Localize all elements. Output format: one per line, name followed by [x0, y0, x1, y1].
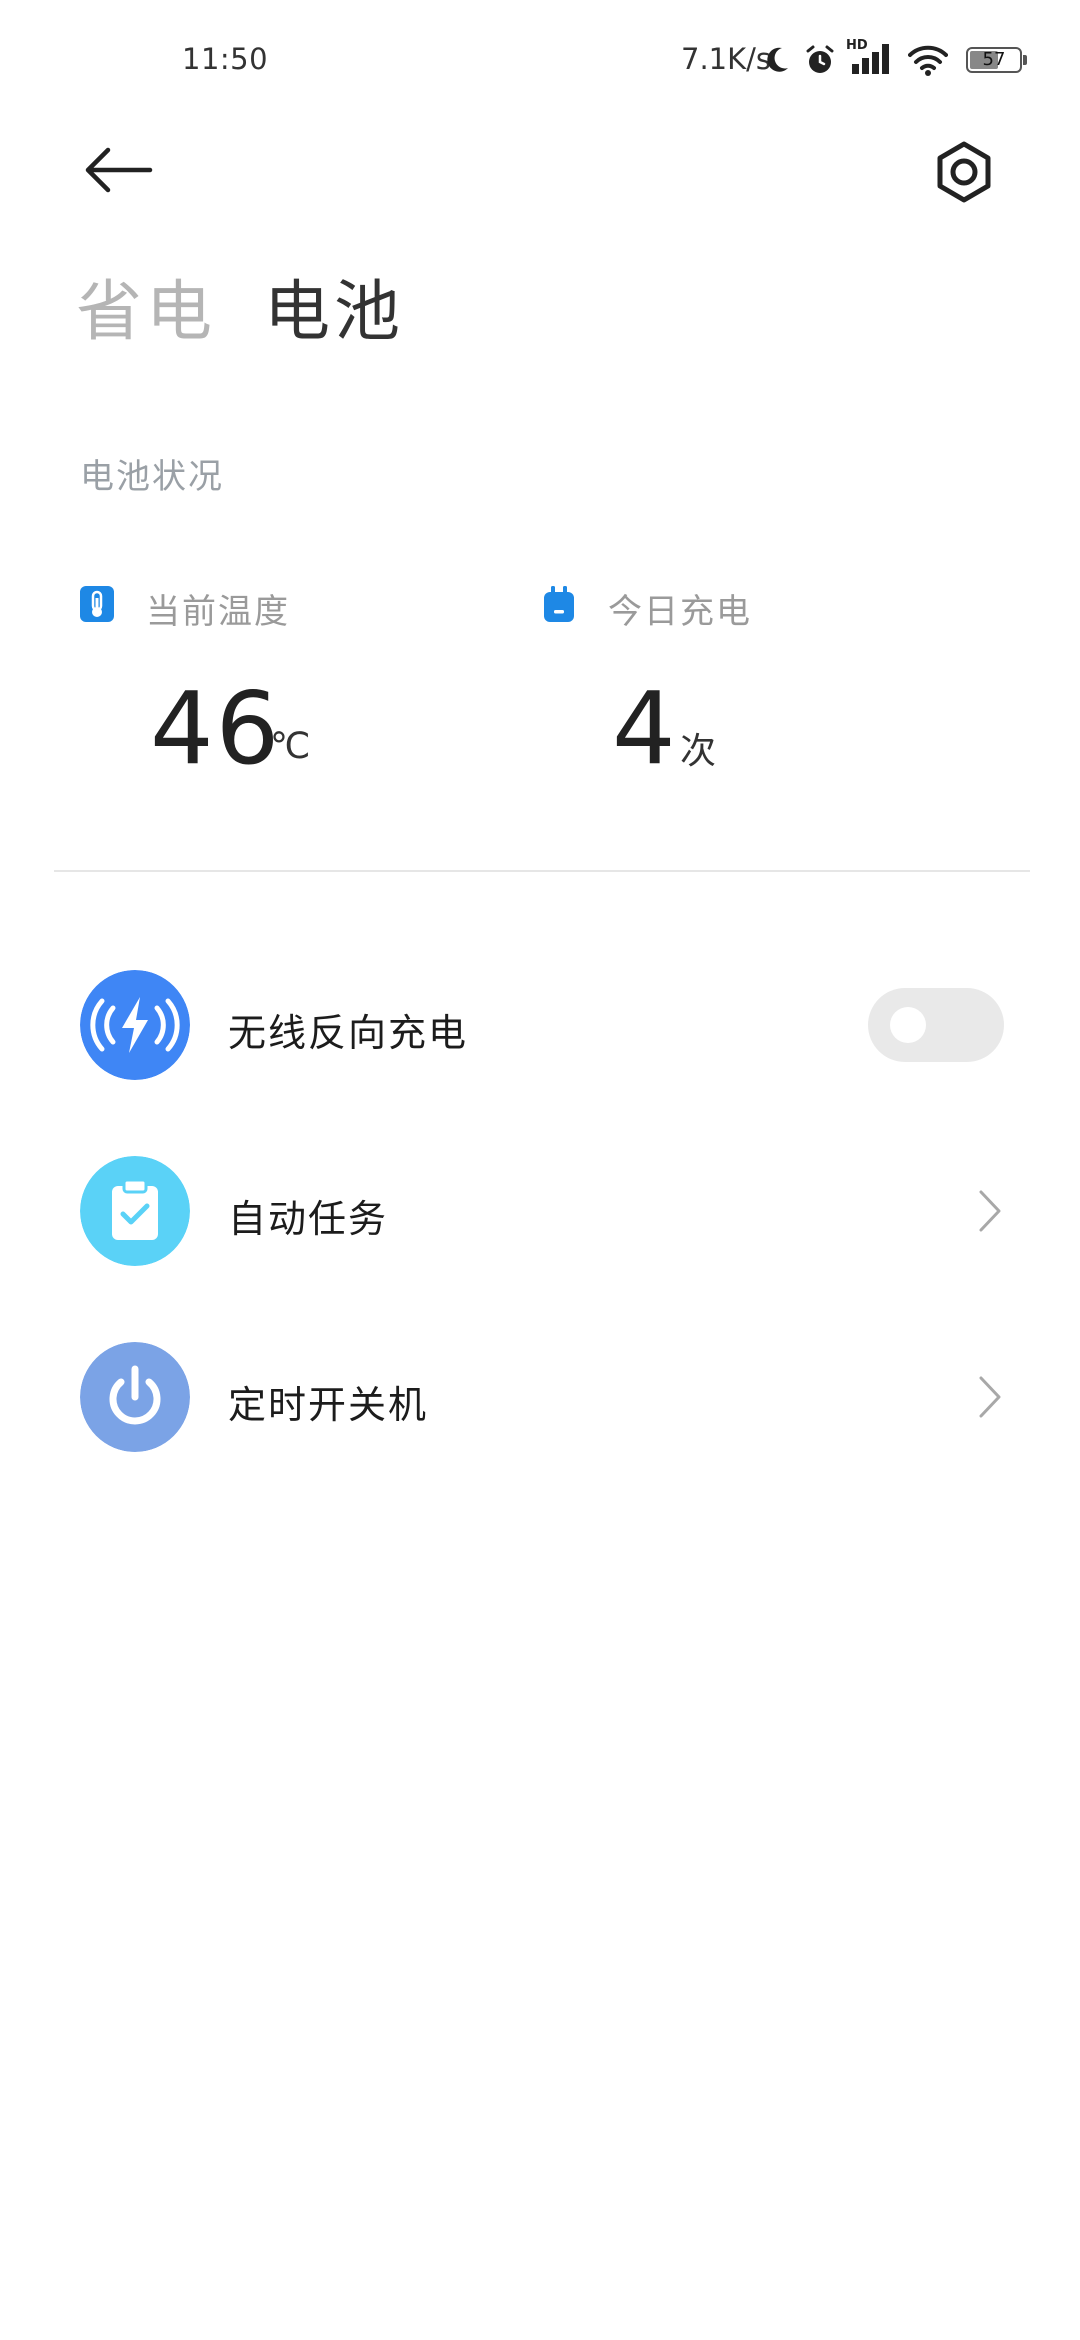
chevron-right-icon — [979, 1376, 1001, 1418]
list-item-scheduled-power[interactable]: 定时开关机 — [0, 1322, 1080, 1472]
section-title: 电池状况 — [80, 457, 224, 497]
battery-icon: 57 — [966, 47, 1030, 75]
scheduled-power-label: 定时开关机 — [228, 1383, 429, 1427]
back-arrow-icon — [85, 147, 153, 193]
moon-icon — [767, 47, 788, 72]
plug-icon — [544, 586, 574, 622]
auto-tasks-label: 自动任务 — [228, 1197, 389, 1241]
back-button[interactable] — [80, 140, 156, 200]
charges-today-unit: 次 — [680, 731, 717, 772]
status-time: 11:50 — [182, 42, 269, 76]
gear-icon — [937, 141, 991, 203]
temperature-value: 46 — [150, 670, 282, 787]
temperature-unit: ℃ — [270, 726, 311, 767]
settings-button[interactable] — [930, 138, 998, 206]
tab-battery[interactable]: 电池 — [264, 258, 404, 354]
wireless-reverse-charging-toggle[interactable] — [868, 988, 1004, 1062]
chevron-right-icon — [979, 1190, 1001, 1232]
charges-today-value: 4 — [612, 670, 678, 787]
hd-signal-icon: HD — [846, 38, 898, 76]
wireless-charging-icon — [80, 970, 190, 1080]
network-speed: 7.1K/s — [681, 42, 772, 76]
status-bar: 11:50 7.1K/s HD 57 — [0, 0, 1080, 120]
toggle-knob — [890, 1007, 926, 1043]
alarm-icon — [806, 45, 834, 73]
temperature-label: 当前温度 — [146, 592, 290, 632]
tab-power-saving[interactable]: 省电 — [76, 258, 216, 354]
list-item-auto-tasks[interactable]: 自动任务 — [0, 1136, 1080, 1286]
clipboard-check-icon — [80, 1156, 190, 1266]
divider — [54, 870, 1030, 872]
battery-level: 57 — [982, 49, 1006, 70]
thermometer-icon — [80, 586, 114, 622]
power-icon — [80, 1342, 190, 1452]
wireless-reverse-charging-label: 无线反向充电 — [228, 1011, 469, 1055]
charges-today-label: 今日充电 — [608, 592, 752, 632]
wifi-icon — [908, 45, 948, 76]
